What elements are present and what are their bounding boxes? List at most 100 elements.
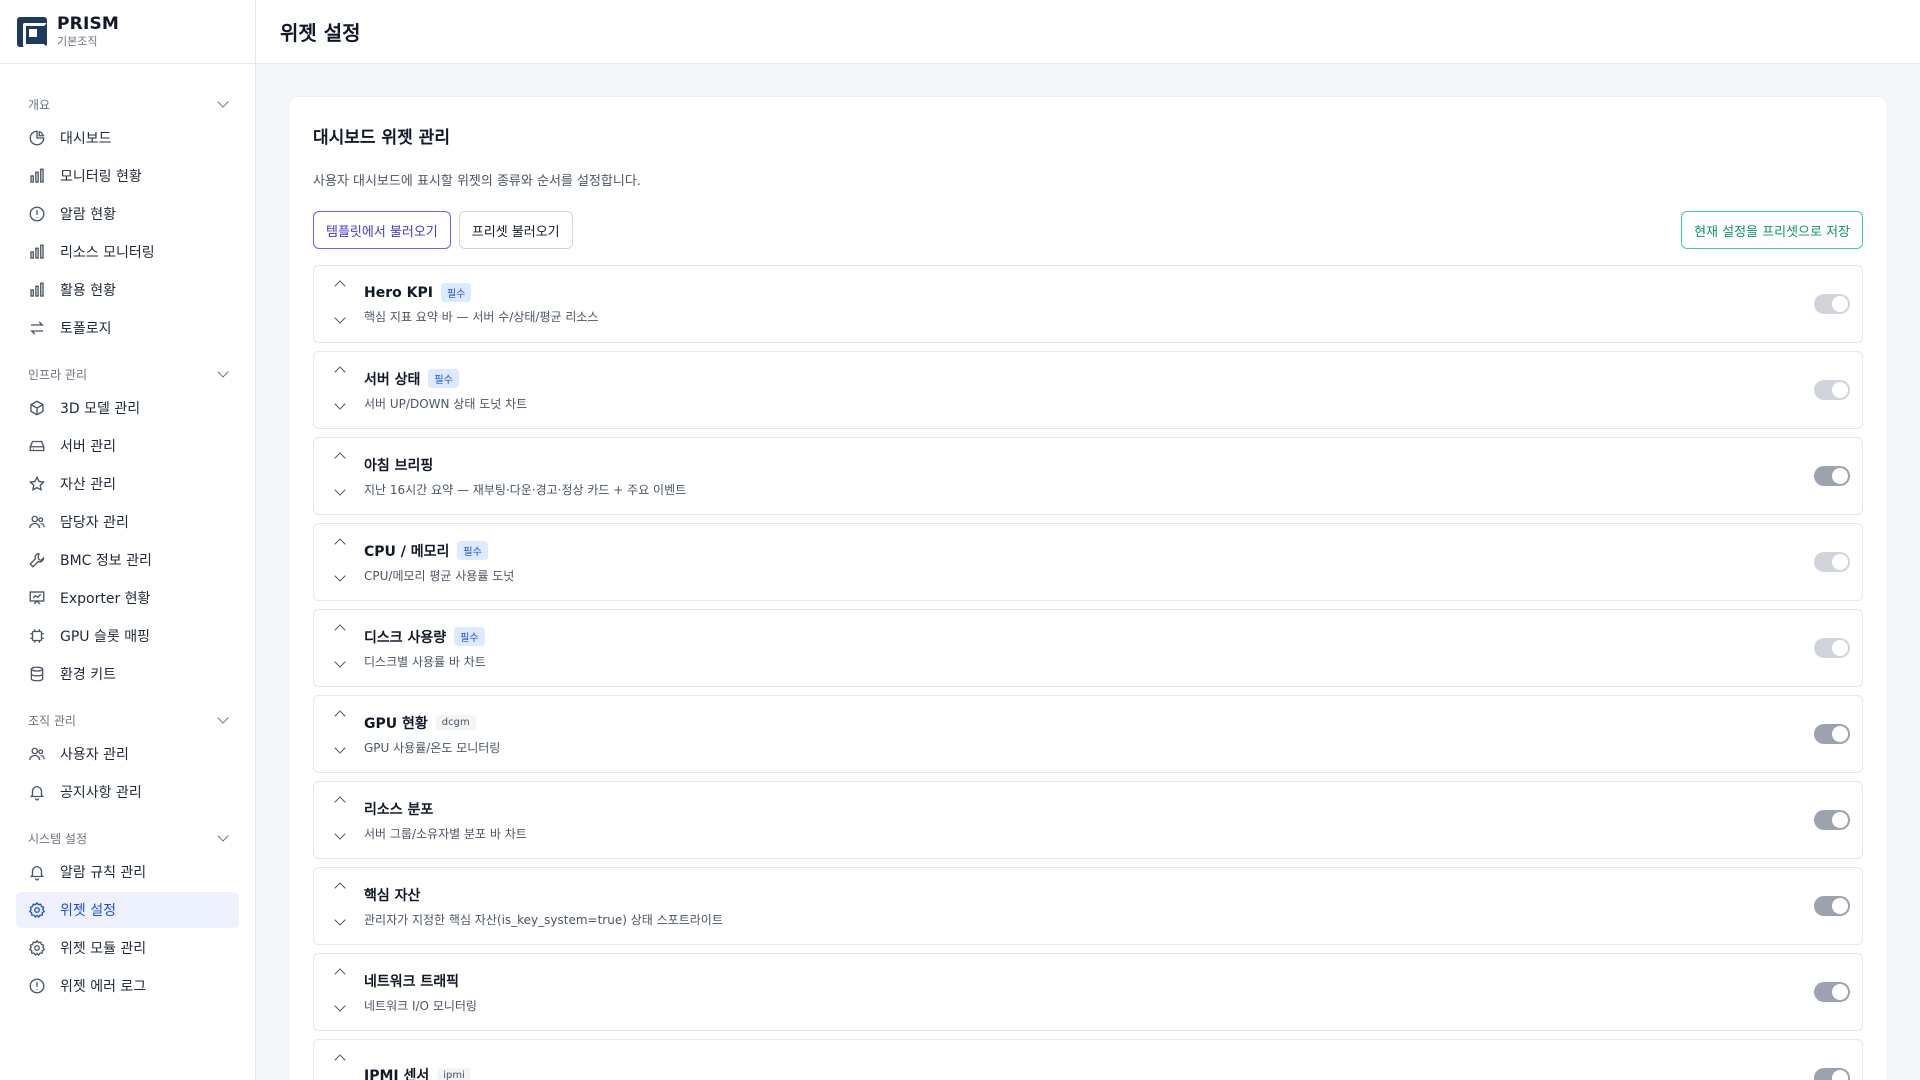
widget-toggle — [1814, 380, 1850, 400]
save-preset-button[interactable]: 현재 설정을 프리셋으로 저장 — [1681, 211, 1863, 249]
load-template-button[interactable]: 템플릿에서 불러오기 — [313, 211, 451, 249]
sidebar-item-label: 알람 규칙 관리 — [60, 865, 147, 881]
sidebar-item[interactable]: 담당자 관리 — [16, 504, 239, 540]
alert-circle-icon — [28, 977, 46, 995]
move-up-icon[interactable] — [334, 1054, 346, 1066]
reorder-controls — [328, 792, 352, 848]
widget-toggle[interactable] — [1814, 982, 1850, 1002]
widget-row: 네트워크 트래픽 네트워크 I/O 모니터링 — [313, 953, 1863, 1031]
widget-badge: dcgm — [435, 715, 476, 730]
reorder-controls — [328, 362, 352, 418]
move-down-icon[interactable] — [334, 484, 346, 496]
sidebar-item[interactable]: 서버 관리 — [16, 428, 239, 464]
sidebar-item[interactable]: 사용자 관리 — [16, 736, 239, 772]
widget-badge: 필수 — [428, 369, 459, 388]
prism-logo-icon — [17, 16, 47, 47]
move-down-icon[interactable] — [334, 312, 346, 324]
move-down-icon[interactable] — [334, 1000, 346, 1012]
sidebar-item[interactable]: 대시보드 — [16, 120, 239, 156]
widget-title: 네트워크 트래픽 — [364, 973, 460, 990]
reorder-controls — [328, 706, 352, 762]
move-up-icon[interactable] — [334, 538, 346, 550]
widget-description: 지난 16시간 요약 — 재부팅·다운·경고·정상 카드 + 주요 이벤트 — [364, 482, 687, 497]
nav-section-label: 조직 관리 — [28, 713, 76, 728]
widget-title: CPU / 메모리 — [364, 543, 450, 560]
move-up-icon[interactable] — [334, 280, 346, 292]
sidebar-nav: 개요대시보드모니터링 현황알람 현황리소스 모니터링활용 현황 토폴로지인프라 관… — [0, 64, 255, 1004]
gear-icon — [28, 939, 46, 957]
move-up-icon[interactable] — [334, 968, 346, 980]
widget-description: 서버 UP/DOWN 상태 도넛 차트 — [364, 396, 528, 411]
presentation-icon — [28, 589, 46, 607]
nav-section-header[interactable]: 시스템 설정 — [0, 824, 255, 852]
sidebar-item-label: 서버 관리 — [60, 439, 116, 455]
sidebar-item[interactable]: 위젯 설정 — [16, 892, 239, 928]
sidebar-item[interactable]: 환경 키트 — [16, 656, 239, 692]
widget-title: 디스크 사용량 — [364, 629, 447, 646]
reorder-controls — [328, 964, 352, 1020]
sidebar-item-label: 3D 모델 관리 — [60, 401, 141, 417]
widget-toggle[interactable] — [1814, 1068, 1850, 1080]
move-down-icon[interactable] — [334, 570, 346, 582]
sidebar-item[interactable]: 토폴로지 — [16, 310, 239, 346]
sidebar-item-label: 알람 현황 — [60, 207, 116, 223]
chevron-down-icon — [217, 96, 229, 108]
sidebar-item[interactable]: 위젯 에러 로그 — [16, 968, 239, 1004]
nav-section-header[interactable]: 개요 — [0, 90, 255, 118]
wrench-icon — [28, 551, 46, 569]
sidebar-item[interactable]: 모니터링 현황 — [16, 158, 239, 194]
sidebar-item-label: 공지사항 관리 — [60, 785, 142, 801]
widget-toggle[interactable] — [1814, 466, 1850, 486]
sidebar-item-label: 대시보드 — [60, 131, 112, 147]
sidebar-item[interactable]: BMC 정보 관리 — [16, 542, 239, 578]
brand[interactable]: PRISM 기본조직 — [0, 0, 255, 64]
move-down-icon[interactable] — [334, 914, 346, 926]
swap-arrows-icon — [28, 319, 46, 337]
widget-row: 서버 상태 필수 서버 UP/DOWN 상태 도넛 차트 — [313, 351, 1863, 429]
move-up-icon[interactable] — [334, 796, 346, 808]
move-up-icon[interactable] — [334, 710, 346, 722]
sidebar-item[interactable]: 알람 현황 — [16, 196, 239, 232]
move-up-icon[interactable] — [334, 366, 346, 378]
nav-section-header[interactable]: 인프라 관리 — [0, 360, 255, 388]
toolbar: 템플릿에서 불러오기 프리셋 불러오기 현재 설정을 프리셋으로 저장 — [313, 211, 1863, 249]
sidebar-item[interactable]: 공지사항 관리 — [16, 774, 239, 810]
sidebar-item[interactable]: GPU 슬롯 매핑 — [16, 618, 239, 654]
sidebar-item-label: 환경 키트 — [60, 667, 116, 683]
sidebar-item-label: 사용자 관리 — [60, 747, 129, 763]
sidebar-item[interactable]: 알람 규칙 관리 — [16, 854, 239, 890]
widget-toggle[interactable] — [1814, 724, 1850, 744]
sidebar-item[interactable]: 리소스 모니터링 — [16, 234, 239, 270]
sidebar-item[interactable]: 활용 현황 — [16, 272, 239, 308]
widget-toggle[interactable] — [1814, 896, 1850, 916]
sidebar-item[interactable]: 자산 관리 — [16, 466, 239, 502]
widget-toggle[interactable] — [1814, 810, 1850, 830]
widget-badge: ipmi — [437, 1067, 471, 1080]
widget-title: 핵심 자산 — [364, 887, 421, 904]
widget-row: 리소스 분포 서버 그룹/소유자별 분포 바 차트 — [313, 781, 1863, 859]
move-up-icon[interactable] — [334, 882, 346, 894]
sidebar-item-label: 자산 관리 — [60, 477, 116, 493]
nav-section-label: 인프라 관리 — [28, 367, 88, 382]
sidebar-item[interactable]: Exporter 현황 — [16, 580, 239, 616]
nav-section-label: 시스템 설정 — [28, 831, 88, 846]
move-down-icon[interactable] — [334, 398, 346, 410]
nav-section-label: 개요 — [28, 97, 51, 112]
move-down-icon[interactable] — [334, 828, 346, 840]
chevron-down-icon — [217, 712, 229, 724]
sidebar-item[interactable]: 위젯 모듈 관리 — [16, 930, 239, 966]
move-up-icon[interactable] — [334, 624, 346, 636]
sidebar-item-label: 리소스 모니터링 — [60, 245, 155, 261]
sidebar-item-label: 위젯 설정 — [60, 903, 116, 919]
sidebar-item-label: 위젯 에러 로그 — [60, 979, 147, 995]
widget-description: CPU/메모리 평균 사용률 도넛 — [364, 568, 515, 583]
nav-section-header[interactable]: 조직 관리 — [0, 706, 255, 734]
reorder-controls — [328, 620, 352, 676]
sidebar-item[interactable]: 3D 모델 관리 — [16, 390, 239, 426]
load-preset-button[interactable]: 프리셋 불러오기 — [458, 211, 573, 249]
move-up-icon[interactable] — [334, 452, 346, 464]
move-down-icon[interactable] — [334, 742, 346, 754]
alert-circle-icon — [28, 205, 46, 223]
widget-management-card: 대시보드 위젯 관리 사용자 대시보드에 표시할 위젯의 종류와 순서를 설정합… — [288, 96, 1888, 1080]
move-down-icon[interactable] — [334, 656, 346, 668]
